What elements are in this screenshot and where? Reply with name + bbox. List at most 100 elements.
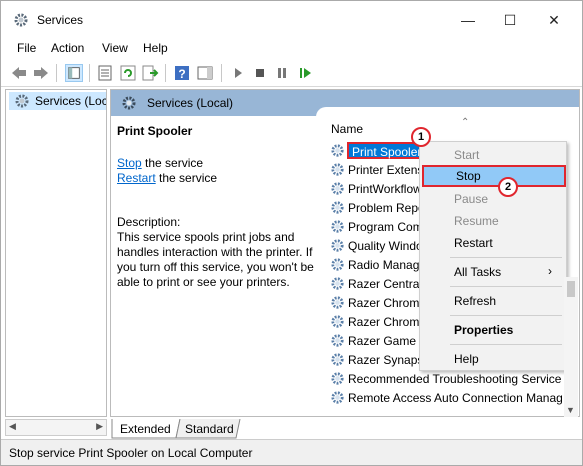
service-row-label: Problem Repo bbox=[348, 201, 425, 215]
minimize-button[interactable]: — bbox=[445, 7, 491, 33]
menu-item-label: Refresh bbox=[454, 294, 497, 308]
properties-sheet-icon[interactable] bbox=[96, 64, 114, 82]
menu-item-start[interactable]: Start bbox=[420, 144, 566, 166]
back-arrow-icon[interactable] bbox=[10, 64, 28, 82]
scroll-right-arrow-icon[interactable]: ▶ bbox=[96, 421, 103, 432]
scroll-left-arrow-icon[interactable]: ◀ bbox=[9, 421, 16, 432]
forward-arrow-icon[interactable] bbox=[32, 64, 50, 82]
export-list-icon[interactable] bbox=[141, 64, 159, 82]
service-gear-icon bbox=[331, 201, 344, 214]
menu-file[interactable]: File bbox=[17, 41, 36, 55]
menu-item-stop[interactable]: Stop bbox=[422, 165, 566, 187]
menu-action[interactable]: Action bbox=[51, 41, 84, 55]
show-hide-console-tree-icon[interactable] bbox=[65, 64, 83, 82]
sort-up-arrow-icon: ⌃ bbox=[461, 117, 470, 128]
tree-item-services-local[interactable]: Services (Local) bbox=[9, 92, 106, 110]
restart-service-icon[interactable] bbox=[296, 64, 314, 82]
menu-item-refresh[interactable]: Refresh bbox=[420, 290, 566, 312]
service-row-label: PrintWorkflow bbox=[348, 182, 422, 196]
service-gear-icon bbox=[331, 315, 344, 328]
toolbar-separator bbox=[165, 64, 166, 82]
service-gear-icon bbox=[331, 353, 344, 366]
service-description: This service spools print jobs and handl… bbox=[117, 230, 314, 289]
service-gear-icon bbox=[331, 144, 344, 157]
status-bar: Stop service Print Spooler on Local Comp… bbox=[1, 439, 582, 465]
start-service-icon[interactable] bbox=[229, 64, 247, 82]
menu-item-properties[interactable]: Properties bbox=[420, 319, 566, 341]
stop-service-icon[interactable] bbox=[251, 64, 269, 82]
service-gear-icon bbox=[331, 163, 344, 176]
menu-item-label: Properties bbox=[454, 323, 514, 337]
window-title: Services bbox=[37, 13, 84, 27]
menu-item-label: All Tasks bbox=[454, 265, 502, 279]
service-row-label: Quality Windo bbox=[348, 239, 423, 253]
service-gear-icon bbox=[331, 182, 344, 195]
service-row-label: Recommended Troubleshooting Service bbox=[348, 372, 562, 386]
toolbar-separator bbox=[89, 64, 90, 82]
service-row-label: Remote Access Auto Connection Manag bbox=[348, 391, 563, 405]
toolbar-separator bbox=[56, 64, 57, 82]
tab-extended[interactable]: Extended bbox=[120, 422, 171, 436]
view-tabs: Extended Standard bbox=[110, 419, 580, 439]
menu-separator bbox=[450, 344, 562, 345]
tree-item-label: Services (Local) bbox=[35, 94, 106, 108]
toolbar: ? bbox=[1, 59, 582, 87]
menu-item-label: Resume bbox=[454, 214, 499, 228]
tab-standard[interactable]: Standard bbox=[185, 422, 234, 436]
menu-separator bbox=[450, 286, 562, 287]
stop-link-suffix: the service bbox=[141, 156, 204, 170]
service-row-label: Razer Chroma bbox=[348, 296, 427, 310]
scrollbar-thumb[interactable] bbox=[567, 281, 575, 297]
service-gear-icon bbox=[331, 334, 344, 347]
service-row-label: Razer Game M bbox=[348, 334, 430, 348]
service-row[interactable]: Recommended Troubleshooting Service bbox=[330, 369, 579, 388]
menu-item-label: Stop bbox=[456, 169, 481, 183]
service-row[interactable]: Remote Access Auto Connection Manag bbox=[330, 388, 579, 407]
column-header-name[interactable]: Name bbox=[331, 122, 363, 136]
menu-item-help[interactable]: Help bbox=[420, 348, 566, 370]
services-gear-icon bbox=[15, 94, 29, 108]
service-gear-icon bbox=[331, 220, 344, 233]
show-action-pane-icon[interactable] bbox=[196, 64, 214, 82]
menu-item-label: Start bbox=[454, 148, 480, 162]
service-detail-panel: Print Spooler Stop the service Restart t… bbox=[117, 124, 317, 290]
services-header-title: Services (Local) bbox=[147, 96, 234, 110]
menu-help[interactable]: Help bbox=[143, 41, 168, 55]
refresh-icon[interactable] bbox=[119, 64, 137, 82]
service-row-label: Radio Manage bbox=[348, 258, 427, 272]
callout-badge-2: 2 bbox=[498, 177, 518, 197]
service-gear-icon bbox=[331, 296, 344, 309]
menu-item-pause[interactable]: Pause bbox=[420, 188, 566, 210]
stop-service-link[interactable]: Stop bbox=[117, 156, 142, 170]
menu-view[interactable]: View bbox=[102, 41, 128, 55]
service-row-label: Razer Chroma bbox=[348, 315, 427, 329]
status-text: Stop service Print Spooler on Local Comp… bbox=[9, 446, 253, 460]
maximize-button[interactable]: ☐ bbox=[487, 7, 533, 33]
menu-bar: File Action View Help bbox=[1, 39, 582, 59]
service-row-label: Program Com bbox=[348, 220, 423, 234]
restart-link-suffix: the service bbox=[155, 171, 218, 185]
menu-item-all-tasks[interactable]: All Tasks › bbox=[420, 261, 566, 283]
service-row-label: Razer Synapse bbox=[348, 353, 431, 367]
menu-separator bbox=[450, 315, 562, 316]
scroll-down-arrow-icon[interactable]: ▼ bbox=[566, 405, 575, 415]
menu-item-label: Restart bbox=[454, 236, 493, 250]
tree-horizontal-scrollbar[interactable]: ◀ ▶ bbox=[5, 419, 107, 436]
callout-badge-1: 1 bbox=[411, 127, 431, 147]
menu-item-resume[interactable]: Resume bbox=[420, 210, 566, 232]
services-window: Services — ☐ ✕ File Action View Help ? S… bbox=[0, 0, 583, 466]
close-button[interactable]: ✕ bbox=[531, 7, 577, 33]
pause-service-icon[interactable] bbox=[273, 64, 291, 82]
list-vertical-scrollbar[interactable]: ▼ bbox=[564, 277, 578, 417]
service-name-heading: Print Spooler bbox=[117, 124, 193, 138]
context-menu: Start Stop Pause Resume Restart All Task… bbox=[419, 141, 567, 371]
help-icon[interactable]: ? bbox=[173, 64, 191, 82]
service-row-label: Razer Central bbox=[348, 277, 423, 291]
toolbar-separator bbox=[221, 64, 222, 82]
menu-item-restart[interactable]: Restart bbox=[420, 232, 566, 254]
service-gear-icon bbox=[331, 372, 344, 385]
service-gear-icon bbox=[331, 239, 344, 252]
service-gear-icon bbox=[331, 391, 344, 404]
submenu-chevron-icon: › bbox=[548, 264, 552, 278]
restart-service-link[interactable]: Restart bbox=[117, 171, 156, 185]
